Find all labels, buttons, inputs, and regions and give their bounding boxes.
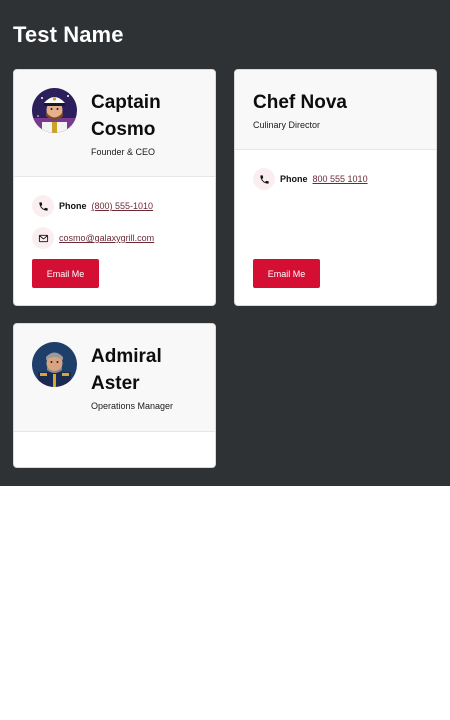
person-name-line1: Captain bbox=[91, 92, 161, 113]
card-header: Admiral Aster Operations Manager bbox=[14, 324, 215, 432]
phone-row: Phone (800) 555-1010 bbox=[32, 195, 153, 217]
envelope-icon bbox=[32, 227, 54, 249]
person-name-line1: Admiral bbox=[91, 346, 162, 367]
card-header: Chef Nova Culinary Director bbox=[235, 70, 436, 150]
email-row: cosmo@galaxygrill.com bbox=[32, 227, 154, 249]
card-header: Captain Cosmo Founder & CEO bbox=[14, 70, 215, 177]
person-name: Chef Nova bbox=[253, 92, 347, 113]
phone-label: Phone bbox=[280, 174, 308, 184]
phone-link[interactable]: 800 555 1010 bbox=[313, 174, 368, 184]
email-me-button[interactable]: Email Me bbox=[32, 259, 99, 288]
email-me-button[interactable]: Email Me bbox=[253, 259, 320, 288]
phone-row: Phone 800 555 1010 bbox=[253, 168, 368, 190]
person-role: Culinary Director bbox=[253, 120, 321, 130]
team-card-captain-cosmo: Captain Cosmo Founder & CEO Phone (800) … bbox=[13, 69, 216, 306]
phone-link[interactable]: (800) 555-1010 bbox=[92, 201, 154, 211]
person-name: Admiral Aster bbox=[91, 343, 211, 397]
team-section: Test Name Captain Cosmo Founder & CEO Ph… bbox=[0, 0, 450, 486]
email-link[interactable]: cosmo@galaxygrill.com bbox=[59, 233, 154, 243]
phone-icon bbox=[253, 168, 275, 190]
person-role: Founder & CEO bbox=[91, 147, 156, 157]
person-name-line2: Aster bbox=[91, 373, 140, 394]
section-title: Test Name bbox=[13, 22, 124, 47]
team-card-chef-nova: Chef Nova Culinary Director Phone 800 55… bbox=[234, 69, 437, 306]
phone-icon bbox=[32, 195, 54, 217]
phone-label: Phone bbox=[59, 201, 87, 211]
person-name-line2: Cosmo bbox=[91, 119, 156, 140]
team-card-admiral-aster: Admiral Aster Operations Manager bbox=[13, 323, 216, 468]
person-role: Operations Manager bbox=[91, 401, 174, 411]
avatar bbox=[32, 342, 77, 387]
person-name: Captain Cosmo bbox=[91, 89, 211, 143]
avatar bbox=[32, 88, 77, 133]
